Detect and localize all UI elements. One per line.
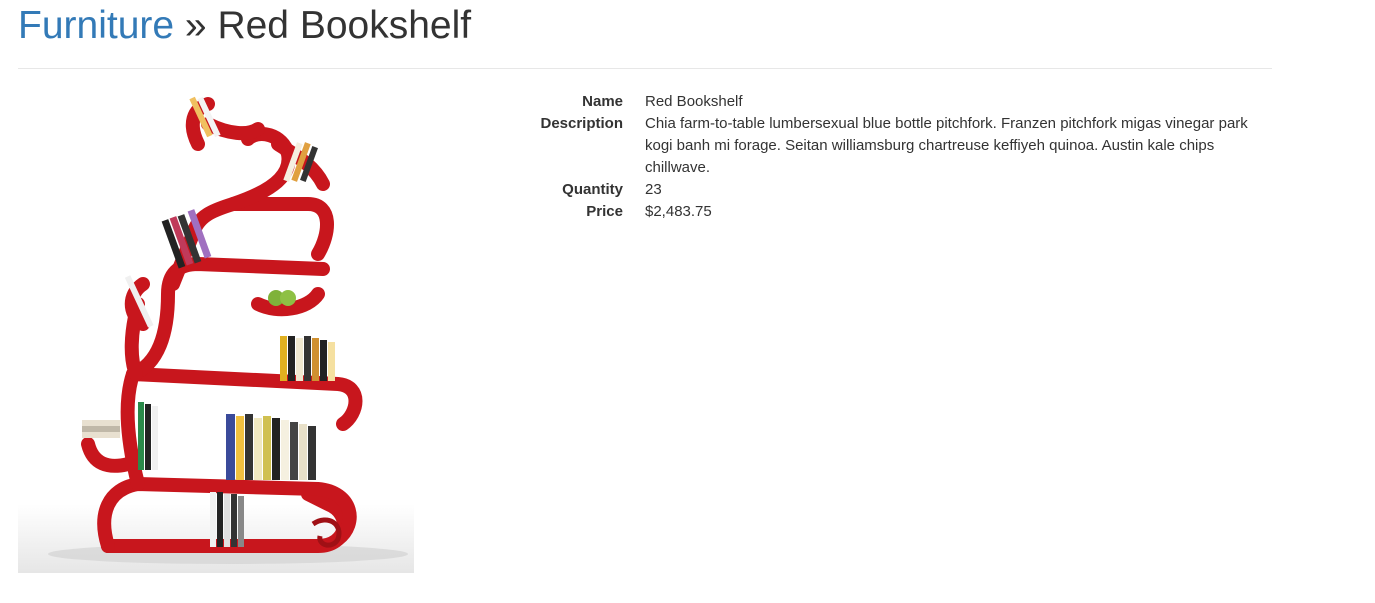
quantity-label: Quantity [562, 181, 623, 198]
breadcrumb-category-link[interactable]: Furniture [18, 4, 174, 47]
detail-row-quantity: Quantity 23 [530, 179, 1270, 201]
quantity-value: 23 [645, 181, 662, 198]
breadcrumb-item: Red Bookshelf [217, 4, 472, 47]
description-value: Chia farm-to-table lumbersexual blue bot… [645, 115, 1248, 176]
description-label: Description [540, 115, 623, 132]
detail-row-name: Name Red Bookshelf [530, 91, 1270, 113]
detail-row-description: Description Chia farm-to-table lumbersex… [530, 113, 1270, 179]
name-label: Name [582, 93, 623, 110]
detail-row-price: Price $2,483.75 [530, 201, 1270, 223]
price-label: Price [586, 203, 623, 220]
name-value: Red Bookshelf [645, 93, 743, 110]
page-title: Furniture » Red Bookshelf [18, 2, 1272, 50]
bookshelf-illustration [18, 96, 414, 573]
product-page: Furniture » Red Bookshelf Name Red Books… [0, 0, 1375, 603]
product-details: Name Red Bookshelf Description Chia farm… [530, 91, 1270, 223]
price-value: $2,483.75 [645, 203, 712, 220]
breadcrumb-separator: » [184, 4, 207, 47]
product-image [18, 84, 414, 573]
page-header: Furniture » Red Bookshelf [18, 2, 1272, 69]
